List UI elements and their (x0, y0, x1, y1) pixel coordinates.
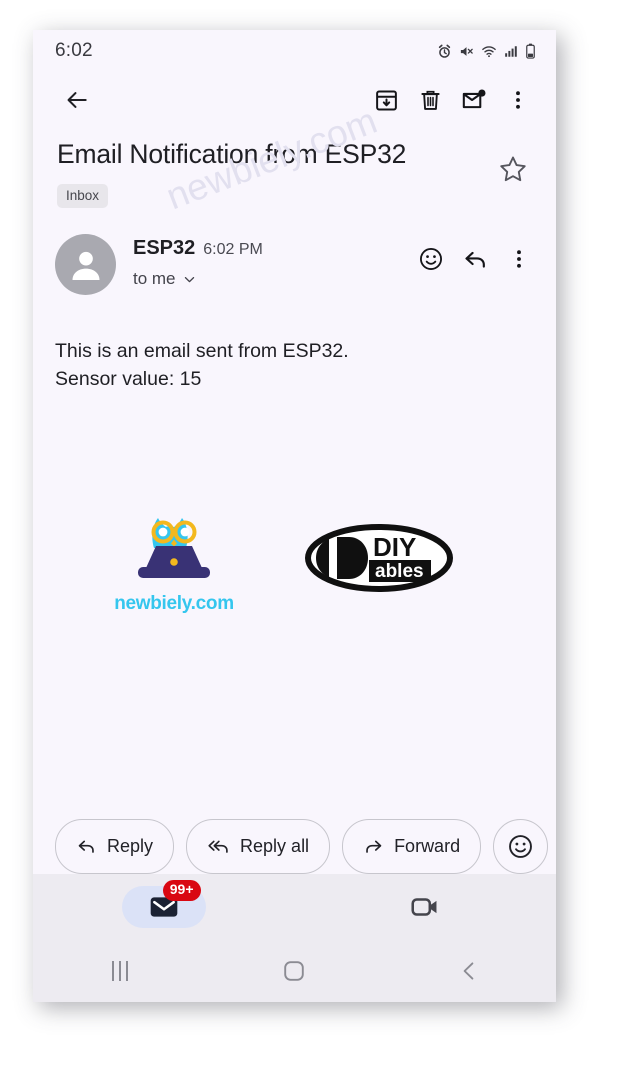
mute-icon (459, 44, 474, 59)
svg-text:ables: ables (375, 561, 424, 582)
status-bar: 6:02 (33, 30, 556, 72)
battery-icon (525, 43, 536, 59)
body-line-1: This is an email sent from ESP32. (55, 340, 349, 363)
trash-icon (420, 90, 440, 110)
star-icon (500, 156, 526, 182)
wifi-icon (481, 44, 497, 59)
emoji-reaction-button[interactable] (493, 819, 549, 874)
email-time: 6:02 PM (203, 241, 263, 259)
mail-unread-badge: 99+ (162, 880, 201, 901)
sender-info: ESP32 6:02 PM to me (116, 232, 410, 289)
nav-tab-meet[interactable] (295, 874, 557, 940)
subject-wrap: Email Notification from ESP32 Inbox (57, 138, 490, 209)
reply-button[interactable]: Reply (55, 819, 175, 874)
message-more-button[interactable] (498, 238, 540, 280)
chevron-down-icon (184, 276, 194, 282)
smiley-icon (509, 835, 532, 858)
phone-screen: newbiely.com 6:02 Email Notification fro… (33, 30, 556, 1002)
message-body: This is an email sent from ESP32. Sensor… (33, 295, 556, 394)
diyables-logo: DIY ables (303, 520, 455, 601)
recipient-label: to me (133, 269, 176, 289)
recents-icon (112, 961, 129, 981)
reply-arrow-icon (78, 840, 94, 853)
back-button[interactable] (55, 78, 99, 122)
home-icon (284, 961, 305, 981)
mail-tab-pill: 99+ (121, 880, 206, 928)
star-button[interactable] (490, 146, 536, 192)
reply-arrow-icon (464, 251, 485, 268)
delete-button[interactable] (408, 78, 452, 122)
signature-logos: newbiely.com DIY ables (33, 506, 556, 615)
label-chip[interactable]: Inbox (57, 184, 109, 209)
forward-arrow-icon (366, 840, 382, 853)
archive-icon (375, 90, 397, 110)
back-arrow-icon (67, 92, 87, 108)
android-home-button[interactable] (207, 959, 381, 983)
bottom-navigation: 99+ (33, 874, 556, 940)
forward-button-label: Forward (394, 836, 461, 856)
reply-all-button-label: Reply all (240, 836, 310, 856)
recipient-toggle[interactable]: to me (133, 269, 410, 289)
nav-tab-mail[interactable]: 99+ (33, 874, 295, 940)
svg-text:DIY: DIY (373, 532, 416, 562)
avatar[interactable] (55, 234, 116, 296)
more-vertical-icon (517, 250, 521, 268)
back-chevron-icon (463, 962, 474, 980)
newbiely-logo: newbiely.com (111, 506, 237, 615)
reply-all-button[interactable]: Reply all (186, 819, 331, 874)
android-back-button[interactable] (382, 959, 556, 983)
email-toolbar (33, 72, 556, 128)
reply-actions-bar: Reply Reply all Forward (33, 819, 556, 874)
alarm-icon (437, 44, 452, 59)
newbiely-logo-caption: newbiely.com (114, 592, 234, 614)
signal-icon (504, 44, 518, 59)
diyables-logo-icon: DIY ables (305, 523, 453, 592)
subject-block: Email Notification from ESP32 Inbox (33, 128, 556, 209)
sender-name: ESP32 (133, 237, 196, 260)
status-clock: 6:02 (55, 40, 93, 61)
more-vertical-icon (516, 91, 520, 109)
sender-line: ESP32 6:02 PM (133, 237, 410, 260)
reply-button-label: Reply (107, 836, 154, 856)
person-icon (72, 251, 99, 280)
android-navigation-bar (33, 940, 556, 1002)
reply-all-arrow-icon (208, 840, 228, 853)
video-camera-icon (411, 898, 437, 916)
reply-button-inline[interactable] (454, 238, 496, 280)
sender-actions (410, 232, 540, 280)
archive-button[interactable] (364, 78, 408, 122)
mark-unread-icon (462, 89, 486, 109)
mark-unread-button[interactable] (452, 78, 496, 122)
body-line-2: Sensor value: 15 (55, 368, 202, 391)
sender-row: ESP32 6:02 PM to me (33, 208, 556, 296)
android-recents-button[interactable] (33, 961, 207, 981)
page-title: Email Notification from ESP32 (57, 139, 407, 169)
toolbar-more-button[interactable] (496, 78, 540, 122)
status-icon-group (437, 43, 536, 59)
react-emoji-button[interactable] (410, 238, 452, 280)
forward-button[interactable]: Forward (342, 819, 482, 874)
owl-laptop-icon (138, 517, 210, 578)
smiley-icon (420, 248, 442, 271)
